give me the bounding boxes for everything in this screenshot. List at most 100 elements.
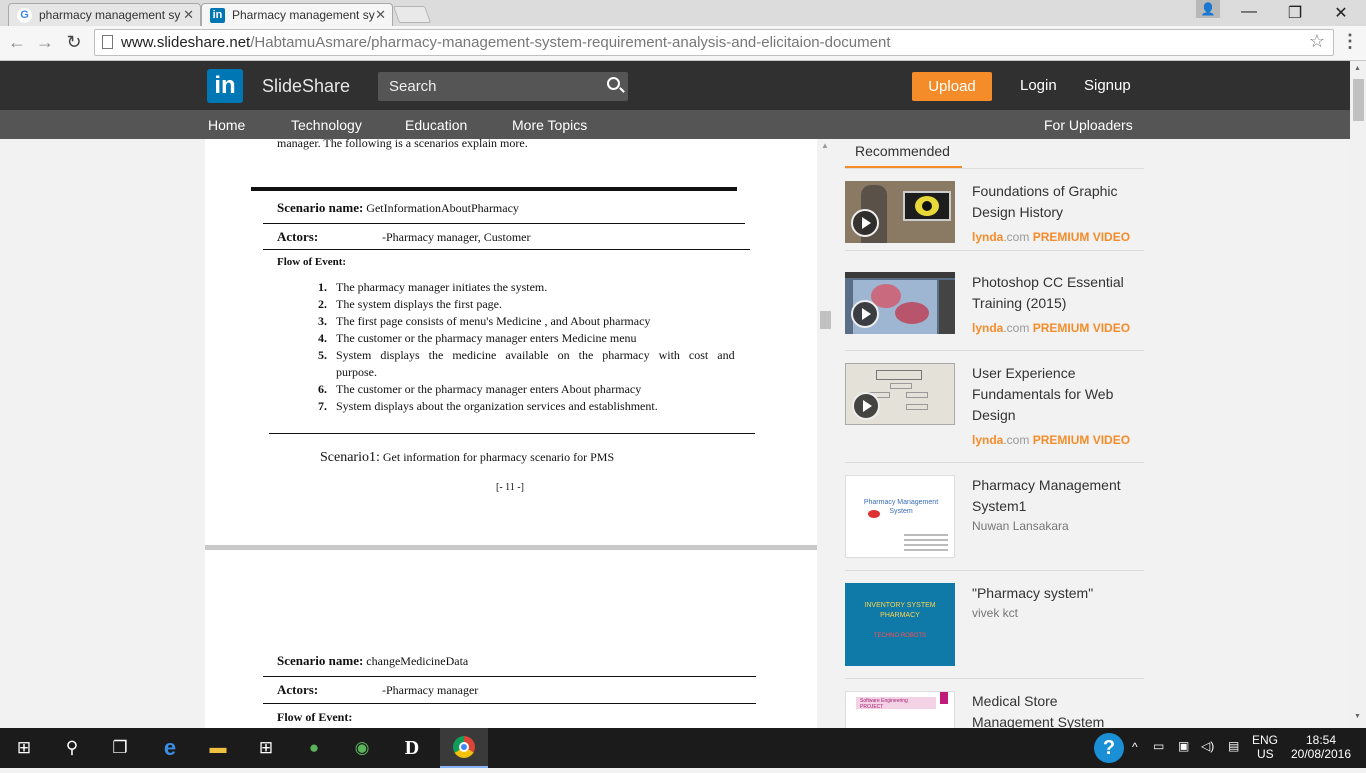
minimize-icon[interactable]: —	[1237, 3, 1261, 21]
recommended-item[interactable]: Foundations of Graphic Design History ly…	[845, 169, 1144, 251]
recommended-author[interactable]: Nuwan Lansakara	[972, 519, 1069, 533]
volume-icon[interactable]: ◁)	[1201, 739, 1214, 753]
site-header: in SlideShare Search Upload Login Signup	[0, 61, 1350, 110]
dictionary-app-icon[interactable]: D	[388, 728, 436, 768]
close-tab-icon[interactable]: ✕	[375, 7, 386, 23]
page-icon	[102, 35, 113, 49]
notifications-icon[interactable]: ▤	[1228, 739, 1239, 753]
browser-tab-google[interactable]: G pharmacy management sy ✕	[8, 3, 201, 26]
upload-button[interactable]: Upload	[912, 72, 992, 101]
signup-link[interactable]: Signup	[1084, 77, 1131, 94]
recommended-title[interactable]: "Pharmacy system"	[972, 583, 1142, 604]
browser-tab-slideshare[interactable]: in Pharmacy management sy ✕	[201, 3, 393, 26]
search-placeholder: Search	[389, 78, 437, 95]
recommended-title[interactable]: Medical Store Management System Software	[972, 691, 1142, 728]
doc-text: manager. The following is a scenarios ex…	[277, 139, 528, 150]
linkedin-icon: in	[210, 8, 225, 23]
chrome-menu-icon[interactable]: ⋮	[1341, 31, 1359, 52]
slideshare-brand[interactable]: SlideShare	[262, 76, 350, 97]
slide-thumbnail[interactable]: Pharmacy Management System	[845, 475, 955, 558]
url-domain: www.slideshare.net	[121, 34, 251, 51]
address-bar[interactable]: www.slideshare.net/HabtamuAsmare/pharmac…	[94, 29, 1334, 56]
actors-label: Actors:	[277, 682, 319, 697]
file-explorer-icon[interactable]: ▬	[194, 728, 242, 768]
nav-for-uploaders[interactable]: For Uploaders	[1044, 117, 1133, 133]
nav-home[interactable]: Home	[208, 117, 245, 133]
search-icon[interactable]	[607, 77, 620, 90]
url-path: /HabtamuAsmare/pharmacy-management-syste…	[250, 34, 891, 51]
recommended-title[interactable]: Pharmacy Management System1	[972, 475, 1142, 517]
recommended-item[interactable]: User Experience Fundamentals for Web Des…	[845, 351, 1144, 463]
search-icon[interactable]: ⚲	[48, 728, 96, 768]
play-icon[interactable]	[852, 392, 880, 420]
chrome-icon[interactable]	[440, 728, 488, 768]
flow-step: 6. The customer or the pharmacy manager e…	[318, 382, 642, 396]
recommended-item[interactable]: Pharmacy Management System Pharmacy Mana…	[845, 463, 1144, 571]
user-profile-icon[interactable]: 👤	[1196, 0, 1220, 18]
search-input[interactable]: Search	[378, 72, 628, 101]
document-page: Scenario name: changeMedicineData Actors…	[205, 550, 817, 728]
viewer-scroll-thumb[interactable]	[820, 311, 831, 329]
video-thumbnail[interactable]	[845, 272, 955, 334]
video-thumbnail[interactable]	[845, 363, 955, 425]
caption-label: Scenario1:	[320, 450, 380, 465]
new-tab-button[interactable]	[392, 6, 432, 23]
nav-education[interactable]: Education	[405, 117, 467, 133]
page-scroll-thumb[interactable]	[1353, 79, 1364, 121]
clock[interactable]: 18:54 20/08/2016	[1290, 733, 1352, 761]
flow-step: 7. System displays about the organization…	[318, 399, 658, 413]
recommended-author[interactable]: vivek kct	[972, 606, 1018, 620]
battery-icon[interactable]: ▭	[1153, 739, 1164, 753]
tab-recommended[interactable]: Recommended	[845, 141, 962, 169]
linkedin-logo[interactable]: in	[207, 69, 243, 103]
restore-icon[interactable]: ❐	[1283, 3, 1307, 23]
recommended-title[interactable]: Foundations of Graphic Design History	[972, 181, 1142, 223]
nav-more-topics[interactable]: More Topics	[512, 117, 587, 133]
recommended-item[interactable]: Software Engineering PROJECT Medical Sto…	[845, 679, 1144, 728]
edge-icon[interactable]: e	[146, 728, 194, 768]
viewer-scrollbar[interactable]: ▲	[818, 139, 832, 728]
recommended-item[interactable]: INVENTORY SYSTEM PHARMACY TECHNO ROBOTS …	[845, 571, 1144, 679]
flow-step: 5. System displays the medicine available…	[318, 348, 735, 362]
play-icon[interactable]	[851, 209, 879, 237]
nav-technology[interactable]: Technology	[291, 117, 362, 133]
category-nav: Home Technology Education More Topics Fo…	[0, 110, 1350, 139]
login-link[interactable]: Login	[1020, 77, 1057, 94]
slide-thumbnail[interactable]: Software Engineering PROJECT	[845, 691, 955, 728]
language-indicator[interactable]: ENG US	[1252, 733, 1278, 761]
document-page: manager. The following is a scenarios ex…	[205, 139, 817, 545]
scroll-down-icon[interactable]: ▼	[1354, 713, 1361, 720]
evernote-icon[interactable]: ●	[290, 728, 338, 768]
flow-step: 4. The customer or the pharmacy manager e…	[318, 331, 637, 345]
task-view-icon[interactable]: ❐	[96, 728, 144, 768]
video-thumbnail[interactable]	[845, 181, 955, 243]
document-viewer[interactable]: manager. The following is a scenarios ex…	[0, 139, 835, 728]
forward-icon[interactable]: →	[35, 32, 55, 53]
premium-label: lynda.com PREMIUM VIDEO	[972, 433, 1131, 447]
network-icon[interactable]: ▣	[1178, 739, 1189, 753]
play-icon[interactable]	[851, 300, 879, 328]
scroll-up-icon[interactable]: ▲	[1354, 65, 1361, 72]
bookmark-star-icon[interactable]: ☆	[1309, 31, 1325, 52]
tray-chevron-icon[interactable]: ^	[1132, 740, 1138, 754]
rule	[269, 433, 755, 434]
scroll-up-icon[interactable]: ▲	[821, 141, 829, 150]
scenario-name-label: Scenario name:	[277, 653, 364, 668]
tripadvisor-icon[interactable]: ◉	[338, 728, 386, 768]
flow-label: Flow of Event:	[277, 256, 347, 268]
slide-thumbnail[interactable]: INVENTORY SYSTEM PHARMACY TECHNO ROBOTS	[845, 583, 955, 666]
back-icon[interactable]: ←	[7, 32, 27, 53]
close-tab-icon[interactable]: ✕	[183, 7, 194, 23]
page-scrollbar[interactable]: ▲ ▼	[1350, 61, 1366, 728]
scenario-name-value: changeMedicineData	[366, 654, 469, 668]
reload-icon[interactable]: ↻	[64, 32, 84, 53]
recommended-title[interactable]: Photoshop CC Essential Training (2015)	[972, 272, 1142, 314]
recommended-item[interactable]: Photoshop CC Essential Training (2015) l…	[845, 251, 1144, 351]
close-window-icon[interactable]: ✕	[1329, 3, 1353, 23]
thick-rule	[251, 187, 737, 191]
help-icon[interactable]: ?	[1094, 733, 1124, 763]
actors-value: -Pharmacy manager, Customer	[382, 230, 531, 244]
recommended-title[interactable]: User Experience Fundamentals for Web Des…	[972, 363, 1142, 426]
windows-start-icon[interactable]: ⊞	[0, 728, 48, 768]
store-icon[interactable]: ⊞	[242, 728, 290, 768]
